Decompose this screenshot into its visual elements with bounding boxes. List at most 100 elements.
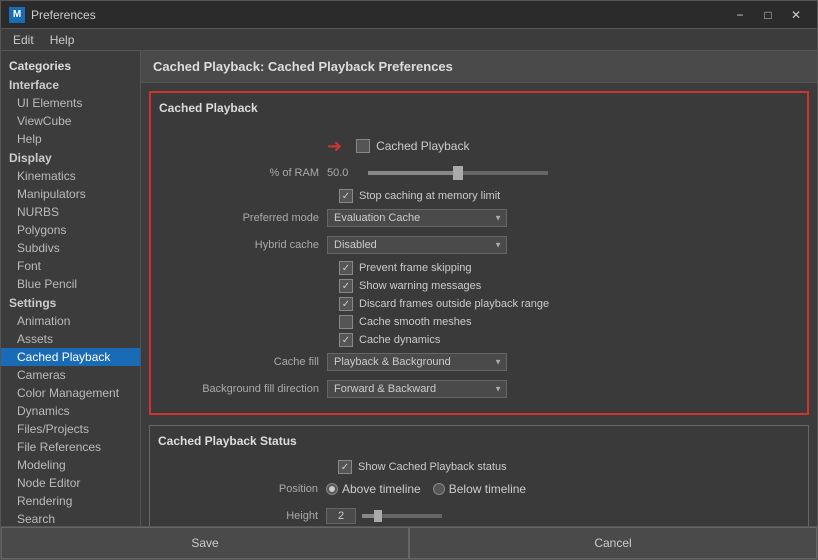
stop-cache-checkbox[interactable] xyxy=(339,189,353,203)
cached-playback-status-section: Cached Playback Status Show Cached Playb… xyxy=(149,425,809,526)
minimize-button[interactable]: − xyxy=(727,5,753,25)
height-label: Height xyxy=(158,510,318,522)
height-input[interactable] xyxy=(326,508,356,524)
sidebar-item-cameras[interactable]: Cameras xyxy=(1,366,140,384)
discard-frames-label: Discard frames outside playback range xyxy=(359,298,549,310)
sidebar: Categories Interface UI Elements ViewCub… xyxy=(1,51,141,526)
app-icon: M xyxy=(9,7,25,23)
cached-playback-section: Cached Playback ➜ Cached Playback % of xyxy=(149,91,809,415)
show-warning-checkbox[interactable] xyxy=(339,279,353,293)
show-status-checkbox[interactable] xyxy=(338,460,352,474)
stop-cache-row: Stop caching at memory limit xyxy=(159,189,799,203)
close-button[interactable]: ✕ xyxy=(783,5,809,25)
position-above-radio[interactable]: Above timeline xyxy=(326,482,421,496)
cache-dynamics-checkbox[interactable] xyxy=(339,333,353,347)
sidebar-item-viewcube[interactable]: ViewCube xyxy=(1,112,140,130)
sidebar-item-color-management[interactable]: Color Management xyxy=(1,384,140,402)
menu-help[interactable]: Help xyxy=(42,31,83,49)
preferred-mode-select[interactable]: Evaluation Cache xyxy=(327,209,507,227)
window-controls: − □ ✕ xyxy=(727,5,809,25)
height-slider[interactable] xyxy=(362,514,442,518)
sidebar-item-animation[interactable]: Animation xyxy=(1,312,140,330)
sidebar-item-dynamics[interactable]: Dynamics xyxy=(1,402,140,420)
cache-smooth-label: Cache smooth meshes xyxy=(359,316,472,328)
sidebar-item-display[interactable]: Display xyxy=(1,148,140,167)
sidebar-item-help[interactable]: Help xyxy=(1,130,140,148)
bg-fill-select[interactable]: Forward & Backward xyxy=(327,380,507,398)
sidebar-item-nurbs[interactable]: NURBS xyxy=(1,203,140,221)
height-row: Height xyxy=(158,505,800,526)
sidebar-item-files-projects[interactable]: Files/Projects xyxy=(1,420,140,438)
cancel-button[interactable]: Cancel xyxy=(409,527,817,559)
sidebar-item-rendering[interactable]: Rendering xyxy=(1,492,140,510)
sidebar-item-font[interactable]: Font xyxy=(1,257,140,275)
position-radio-group: Above timeline Below timeline xyxy=(326,482,526,496)
height-control xyxy=(326,508,800,524)
preferred-mode-row: Preferred mode Evaluation Cache xyxy=(159,207,799,229)
sidebar-item-kinematics[interactable]: Kinematics xyxy=(1,167,140,185)
prevent-frame-skipping-row: Prevent frame skipping xyxy=(159,261,799,275)
hybrid-cache-row: Hybrid cache Disabled xyxy=(159,234,799,256)
panel-header: Cached Playback: Cached Playback Prefere… xyxy=(141,51,817,83)
prevent-frame-skipping-label: Prevent frame skipping xyxy=(359,262,472,274)
cache-fill-select-wrapper: Playback & Background xyxy=(327,353,507,371)
sidebar-item-subdivs[interactable]: Subdivs xyxy=(1,239,140,257)
sidebar-item-search[interactable]: Search xyxy=(1,510,140,526)
sidebar-item-node-editor[interactable]: Node Editor xyxy=(1,474,140,492)
prevent-frame-skipping-checkbox[interactable] xyxy=(339,261,353,275)
show-status-label: Show Cached Playback status xyxy=(358,461,507,473)
categories-label: Categories xyxy=(1,55,140,75)
bg-fill-select-wrapper: Forward & Backward xyxy=(327,380,507,398)
position-below-label: Below timeline xyxy=(449,482,526,496)
sidebar-item-blue-pencil[interactable]: Blue Pencil xyxy=(1,275,140,293)
window-title: Preferences xyxy=(31,8,727,22)
cache-fill-select[interactable]: Playback & Background xyxy=(327,353,507,371)
save-button[interactable]: Save xyxy=(1,527,409,559)
ram-slider-container: 50.0 xyxy=(327,167,548,179)
section1-title: Cached Playback xyxy=(159,101,258,119)
ram-label: % of RAM xyxy=(159,167,319,179)
sidebar-item-modeling[interactable]: Modeling xyxy=(1,456,140,474)
cached-playback-checkbox[interactable] xyxy=(356,139,370,153)
sidebar-item-ui-elements[interactable]: UI Elements xyxy=(1,94,140,112)
sidebar-item-file-references[interactable]: File References xyxy=(1,438,140,456)
hybrid-cache-select[interactable]: Disabled xyxy=(327,236,507,254)
sidebar-item-interface[interactable]: Interface xyxy=(1,75,140,94)
panel-content: Cached Playback ➜ Cached Playback % of xyxy=(141,83,817,526)
ram-value: 50.0 xyxy=(327,167,362,179)
sidebar-item-cached-playback[interactable]: Cached Playback xyxy=(1,348,140,366)
position-above-label: Above timeline xyxy=(342,482,421,496)
discard-frames-row: Discard frames outside playback range xyxy=(159,297,799,311)
ram-slider[interactable] xyxy=(368,171,548,175)
hybrid-cache-label: Hybrid cache xyxy=(159,239,319,251)
menu-bar: Edit Help xyxy=(1,29,817,51)
cached-playback-toggle: ➜ Cached Playback xyxy=(327,136,799,157)
preferred-mode-select-wrapper: Evaluation Cache xyxy=(327,209,507,227)
bg-fill-label: Background fill direction xyxy=(159,383,319,395)
ram-control: 50.0 xyxy=(327,167,799,179)
sidebar-item-polygons[interactable]: Polygons xyxy=(1,221,140,239)
preferred-mode-label: Preferred mode xyxy=(159,212,319,224)
sidebar-item-settings[interactable]: Settings xyxy=(1,293,140,312)
position-above-radio-btn[interactable] xyxy=(326,483,338,495)
cache-dynamics-label: Cache dynamics xyxy=(359,334,440,346)
bg-fill-row: Background fill direction Forward & Back… xyxy=(159,378,799,400)
hybrid-cache-select-wrapper: Disabled xyxy=(327,236,507,254)
position-below-radio-btn[interactable] xyxy=(433,483,445,495)
discard-frames-checkbox[interactable] xyxy=(339,297,353,311)
sidebar-item-assets[interactable]: Assets xyxy=(1,330,140,348)
ram-row: % of RAM 50.0 xyxy=(159,162,799,184)
maximize-button[interactable]: □ xyxy=(755,5,781,25)
red-arrow-icon: ➜ xyxy=(327,136,342,157)
stop-cache-label: Stop caching at memory limit xyxy=(359,190,500,202)
cache-smooth-checkbox[interactable] xyxy=(339,315,353,329)
main-panel: Cached Playback: Cached Playback Prefere… xyxy=(141,51,817,526)
sidebar-item-manipulators[interactable]: Manipulators xyxy=(1,185,140,203)
menu-edit[interactable]: Edit xyxy=(5,31,42,49)
position-row: Position Above timeline Below timeline xyxy=(158,478,800,500)
show-warning-row: Show warning messages xyxy=(159,279,799,293)
hybrid-cache-control: Disabled xyxy=(327,236,799,254)
cache-dynamics-row: Cache dynamics xyxy=(159,333,799,347)
position-below-radio[interactable]: Below timeline xyxy=(433,482,526,496)
cached-playback-toggle-row: ➜ Cached Playback xyxy=(159,135,799,157)
